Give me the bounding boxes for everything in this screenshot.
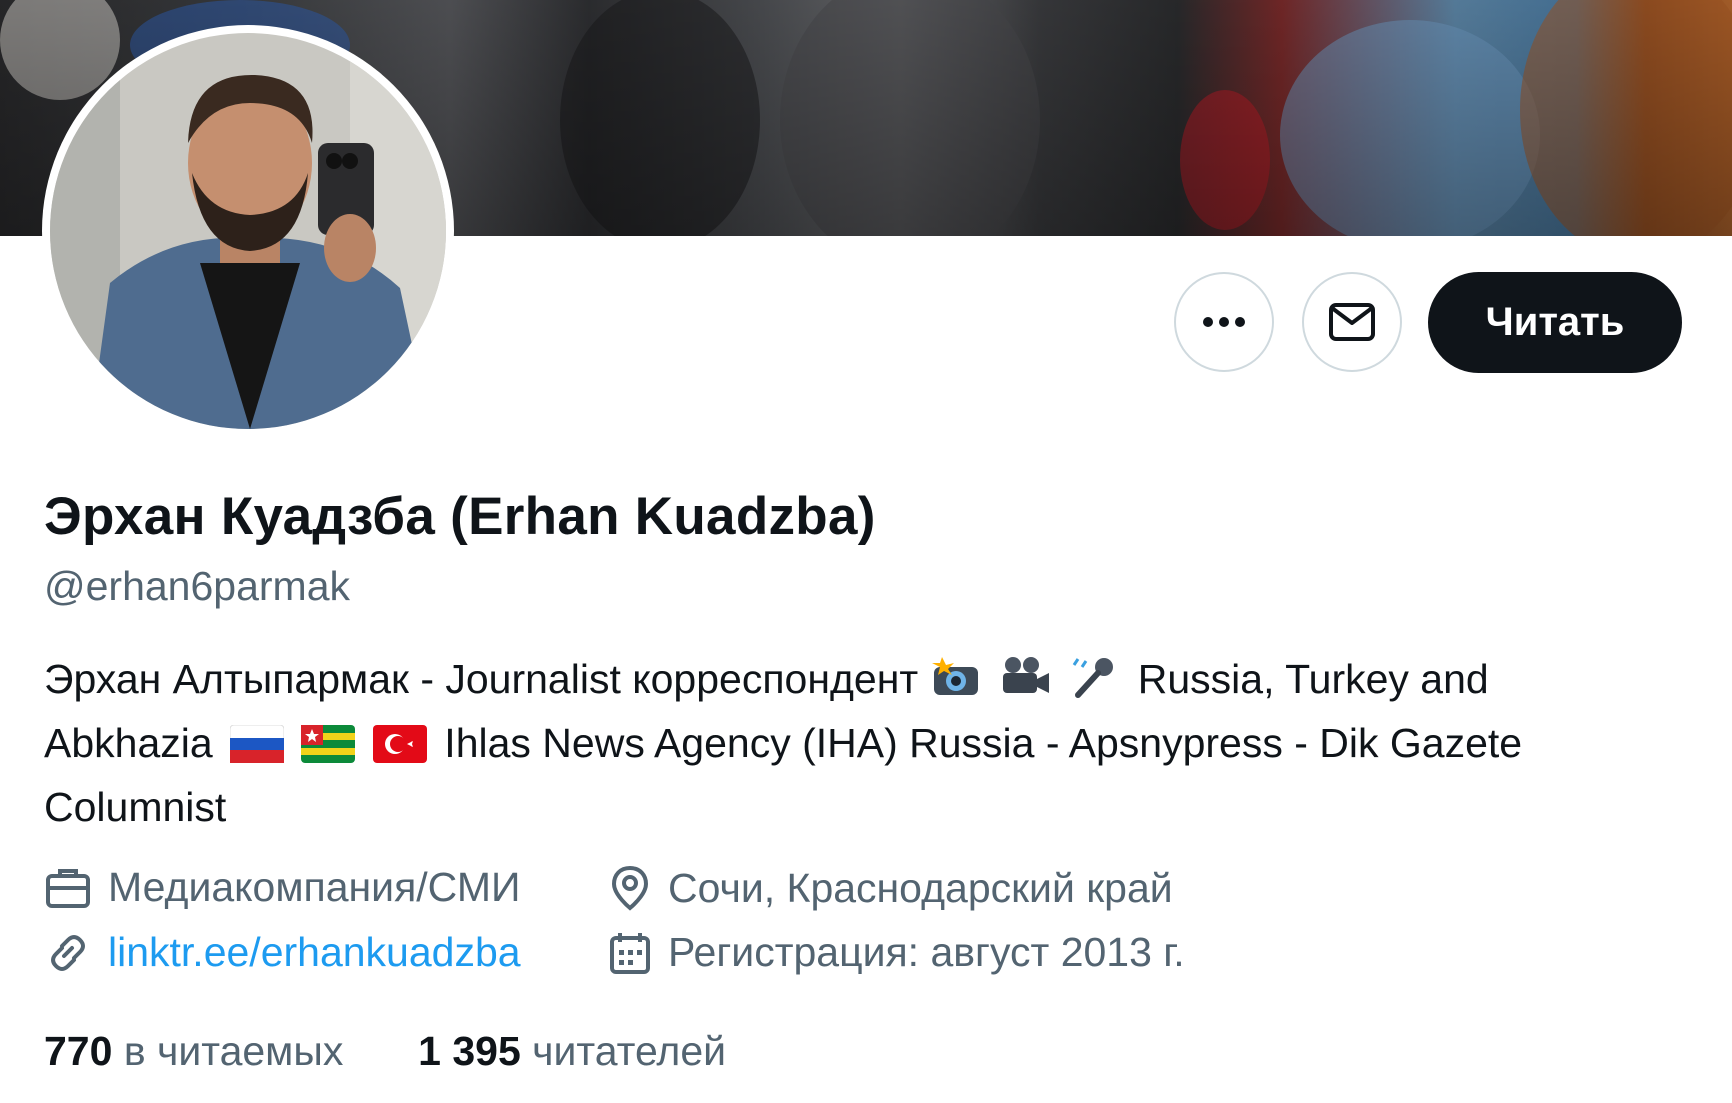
message-button[interactable] <box>1302 272 1402 372</box>
follow-button[interactable]: Читать <box>1428 272 1682 373</box>
following-label: в читаемых <box>123 1028 344 1074</box>
bio-text: Abkhazia <box>44 720 213 766</box>
briefcase-icon <box>46 868 90 908</box>
category-item: Медиакомпания/СМИ <box>44 864 520 911</box>
calendar-icon <box>610 932 650 974</box>
joined-item: Регистрация: август 2013 г. <box>608 929 1185 976</box>
link-icon <box>51 934 85 971</box>
user-handle: @erhan6parmak <box>44 563 350 609</box>
followers-link[interactable]: 1 395 читателей <box>418 1028 726 1074</box>
website-link[interactable]: linktr.ee/erhankuadzba <box>108 929 521 976</box>
following-count: 770 <box>44 1028 113 1074</box>
following-link[interactable]: 770 в читаемых <box>44 1028 355 1074</box>
joined-label: Регистрация: август 2013 г. <box>668 929 1185 975</box>
display-name: Эрхан Куадзба (Erhan Kuadzba) <box>44 487 876 546</box>
profile-bio: Эрхан Алтыпармак - Journalist корреспонд… <box>44 650 1664 836</box>
followers-count: 1 395 <box>418 1028 521 1074</box>
bio-text: Эрхан Алтыпармак - Journalist корреспонд… <box>44 656 919 702</box>
location-item: Сочи, Краснодарский край <box>608 864 1173 912</box>
bio-text: Ihlas News Agency (IHA) Russia - Apsnypr… <box>444 720 1523 766</box>
follow-stats: 770 в читаемых 1 395 читателей <box>44 1028 726 1075</box>
envelope-icon <box>1329 303 1375 341</box>
location-label: Сочи, Краснодарский край <box>668 864 1173 911</box>
bio-text: Russia, Turkey and <box>1137 656 1489 702</box>
camera-flash-icon <box>930 655 982 714</box>
russia-flag-icon <box>229 720 285 778</box>
website-item[interactable]: linktr.ee/erhankuadzba <box>44 929 521 976</box>
abkhazia-flag-icon <box>301 720 356 778</box>
location-pin-icon <box>611 865 649 911</box>
category-label: Медиакомпания/СМИ <box>108 864 521 910</box>
turkey-flag-icon <box>372 720 427 778</box>
movie-camera-icon <box>999 655 1051 714</box>
ellipsis-icon <box>1203 317 1245 327</box>
avatar[interactable] <box>50 33 446 429</box>
followers-label: читателей <box>532 1028 727 1074</box>
more-options-button[interactable] <box>1174 272 1274 372</box>
bio-text: Columnist <box>44 784 227 830</box>
microphone-icon <box>1068 655 1120 714</box>
